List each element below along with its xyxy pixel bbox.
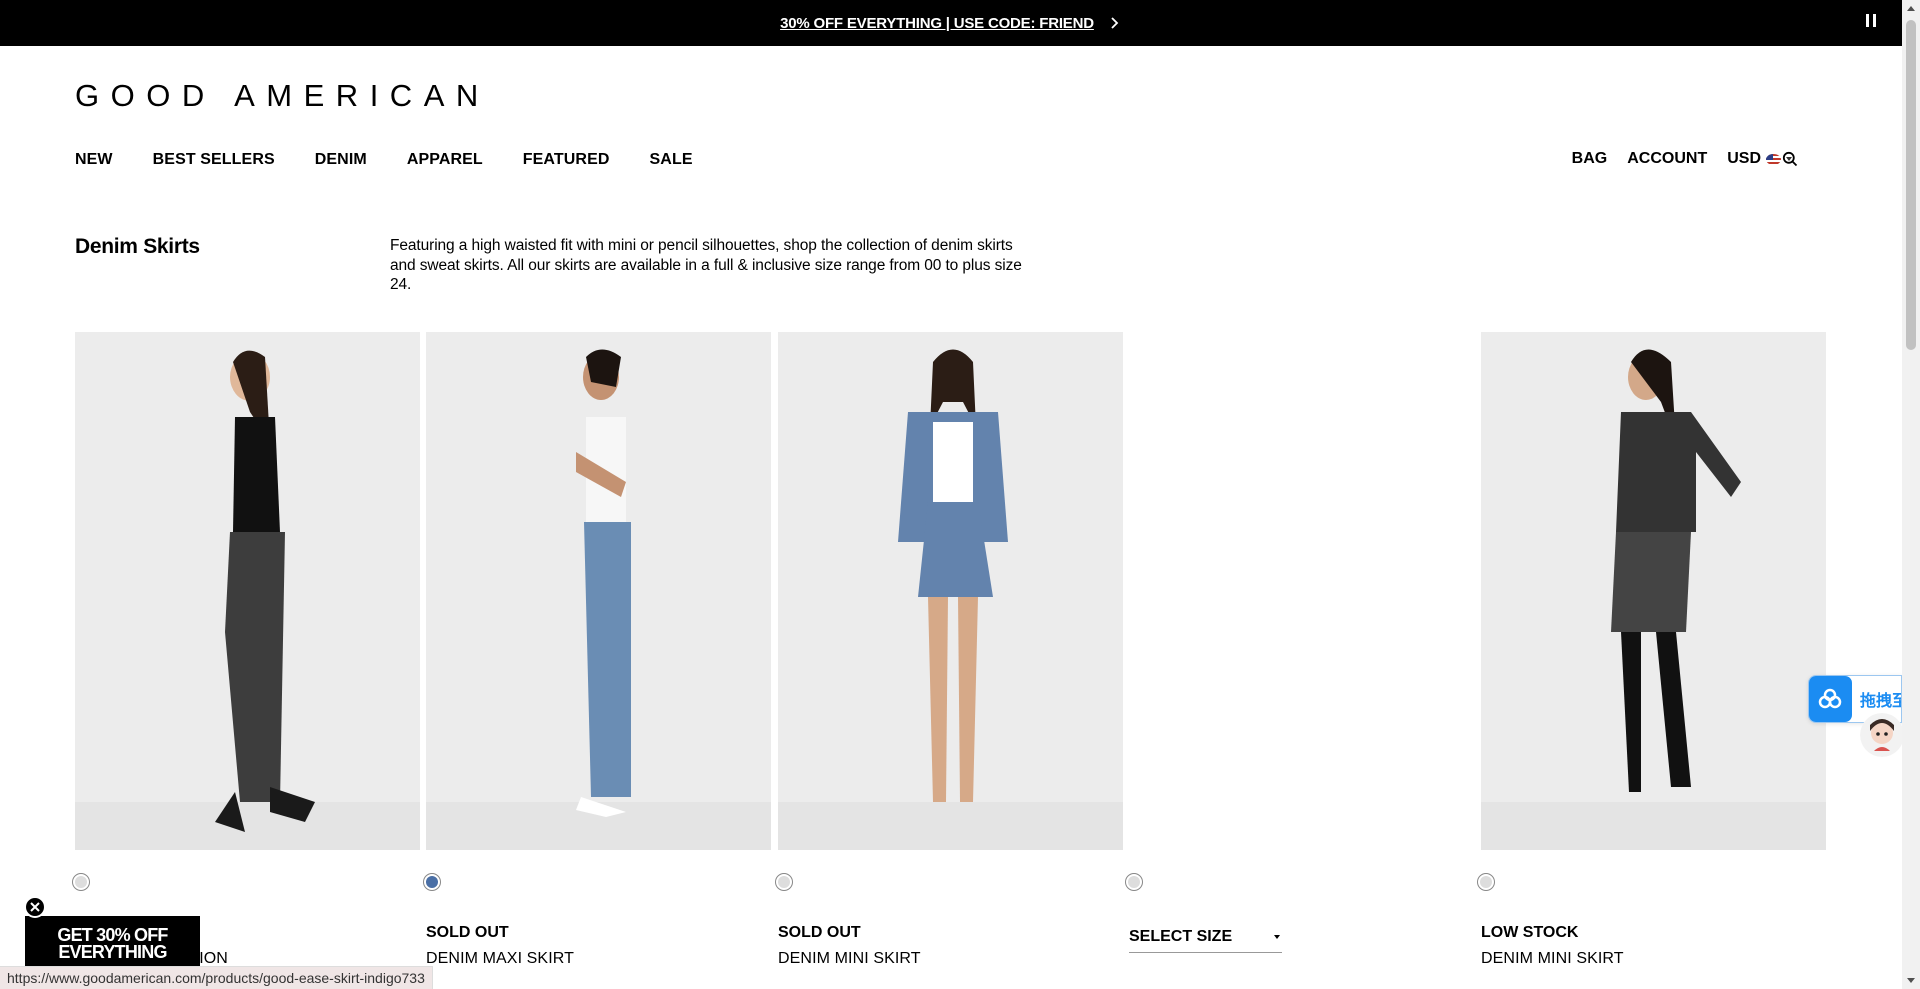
size-select-label: SELECT SIZE <box>1129 928 1233 945</box>
product-image[interactable] <box>778 332 1123 850</box>
product-image[interactable] <box>75 332 420 850</box>
size-select[interactable]: SELECT SIZE <box>1129 928 1282 953</box>
stock-status: SOLD OUT <box>778 924 861 941</box>
scroll-up-icon[interactable] <box>1907 6 1915 11</box>
scroll-down-icon[interactable] <box>1907 978 1915 983</box>
product-image[interactable] <box>1481 332 1826 850</box>
promo-banner: 30% OFF EVERYTHING | USE CODE: FRIEND <box>0 0 1902 46</box>
model-figure <box>75 350 420 850</box>
color-swatch[interactable] <box>72 873 90 891</box>
promo-link[interactable]: 30% OFF EVERYTHING | USE CODE: FRIEND <box>780 15 1122 32</box>
promo-text: 30% OFF EVERYTHING | USE CODE: FRIEND <box>780 14 1094 32</box>
status-bar-url: https://www.goodamerican.com/products/go… <box>0 966 433 989</box>
product-name[interactable]: DENIM MINI SKIRT <box>1481 950 1624 968</box>
color-swatch[interactable] <box>423 873 441 891</box>
pause-button[interactable] <box>1866 14 1880 30</box>
product-image-placeholder[interactable] <box>1129 332 1474 850</box>
currency-label: USD <box>1727 150 1761 167</box>
close-icon[interactable] <box>24 896 46 918</box>
nav-item-sale[interactable]: SALE <box>650 151 693 169</box>
stock-status: SOLD OUT <box>426 924 509 941</box>
bag-link[interactable]: BAG <box>1572 150 1608 168</box>
main-nav: NEW BEST SELLERS DENIM APPAREL FEATURED … <box>75 151 733 169</box>
nav-item-featured[interactable]: FEATURED <box>523 151 610 169</box>
product-card <box>778 332 1123 850</box>
us-flag-icon <box>1766 153 1781 165</box>
nav-item-denim[interactable]: DENIM <box>315 151 367 169</box>
color-swatch[interactable] <box>1125 873 1143 891</box>
utility-nav: BAG ACCOUNT USD <box>1552 150 1792 168</box>
account-link[interactable]: ACCOUNT <box>1627 150 1707 168</box>
nav-item-best-sellers[interactable]: BEST SELLERS <box>153 151 275 169</box>
color-swatch[interactable] <box>1477 873 1495 891</box>
product-card <box>1129 332 1474 850</box>
stock-status: LOW STOCK <box>1481 924 1579 941</box>
model-figure <box>1481 349 1826 850</box>
collection-description: Featuring a high waisted fit with mini o… <box>390 237 1022 293</box>
page-scrollbar[interactable] <box>1902 0 1920 989</box>
nav-item-apparel[interactable]: APPAREL <box>407 151 483 169</box>
search-icon[interactable] <box>1782 151 1798 167</box>
product-card <box>426 332 771 850</box>
cloud-icon <box>1809 676 1852 722</box>
product-card <box>75 332 420 850</box>
scroll-thumb[interactable] <box>1906 20 1916 350</box>
assistant-avatar[interactable] <box>1860 713 1904 757</box>
product-name[interactable]: DENIM MAXI SKIRT <box>426 950 574 968</box>
model-figure <box>426 349 771 850</box>
product-name[interactable]: DENIM MINI SKIRT <box>778 950 921 968</box>
color-swatch[interactable] <box>775 873 793 891</box>
product-card <box>1481 332 1826 850</box>
nav-item-new[interactable]: NEW <box>75 151 113 169</box>
model-figure <box>778 349 1123 850</box>
page-title: Denim Skirts <box>75 235 200 258</box>
chevron-right-icon <box>1111 17 1119 29</box>
brand-logo[interactable]: GOOD AMERICAN <box>75 78 490 114</box>
widget-label: 拖拽至此 <box>1859 693 1901 710</box>
product-image[interactable] <box>426 332 771 850</box>
caret-down-icon <box>1274 935 1280 939</box>
popup-line-2: EVERYTHING <box>58 942 167 962</box>
